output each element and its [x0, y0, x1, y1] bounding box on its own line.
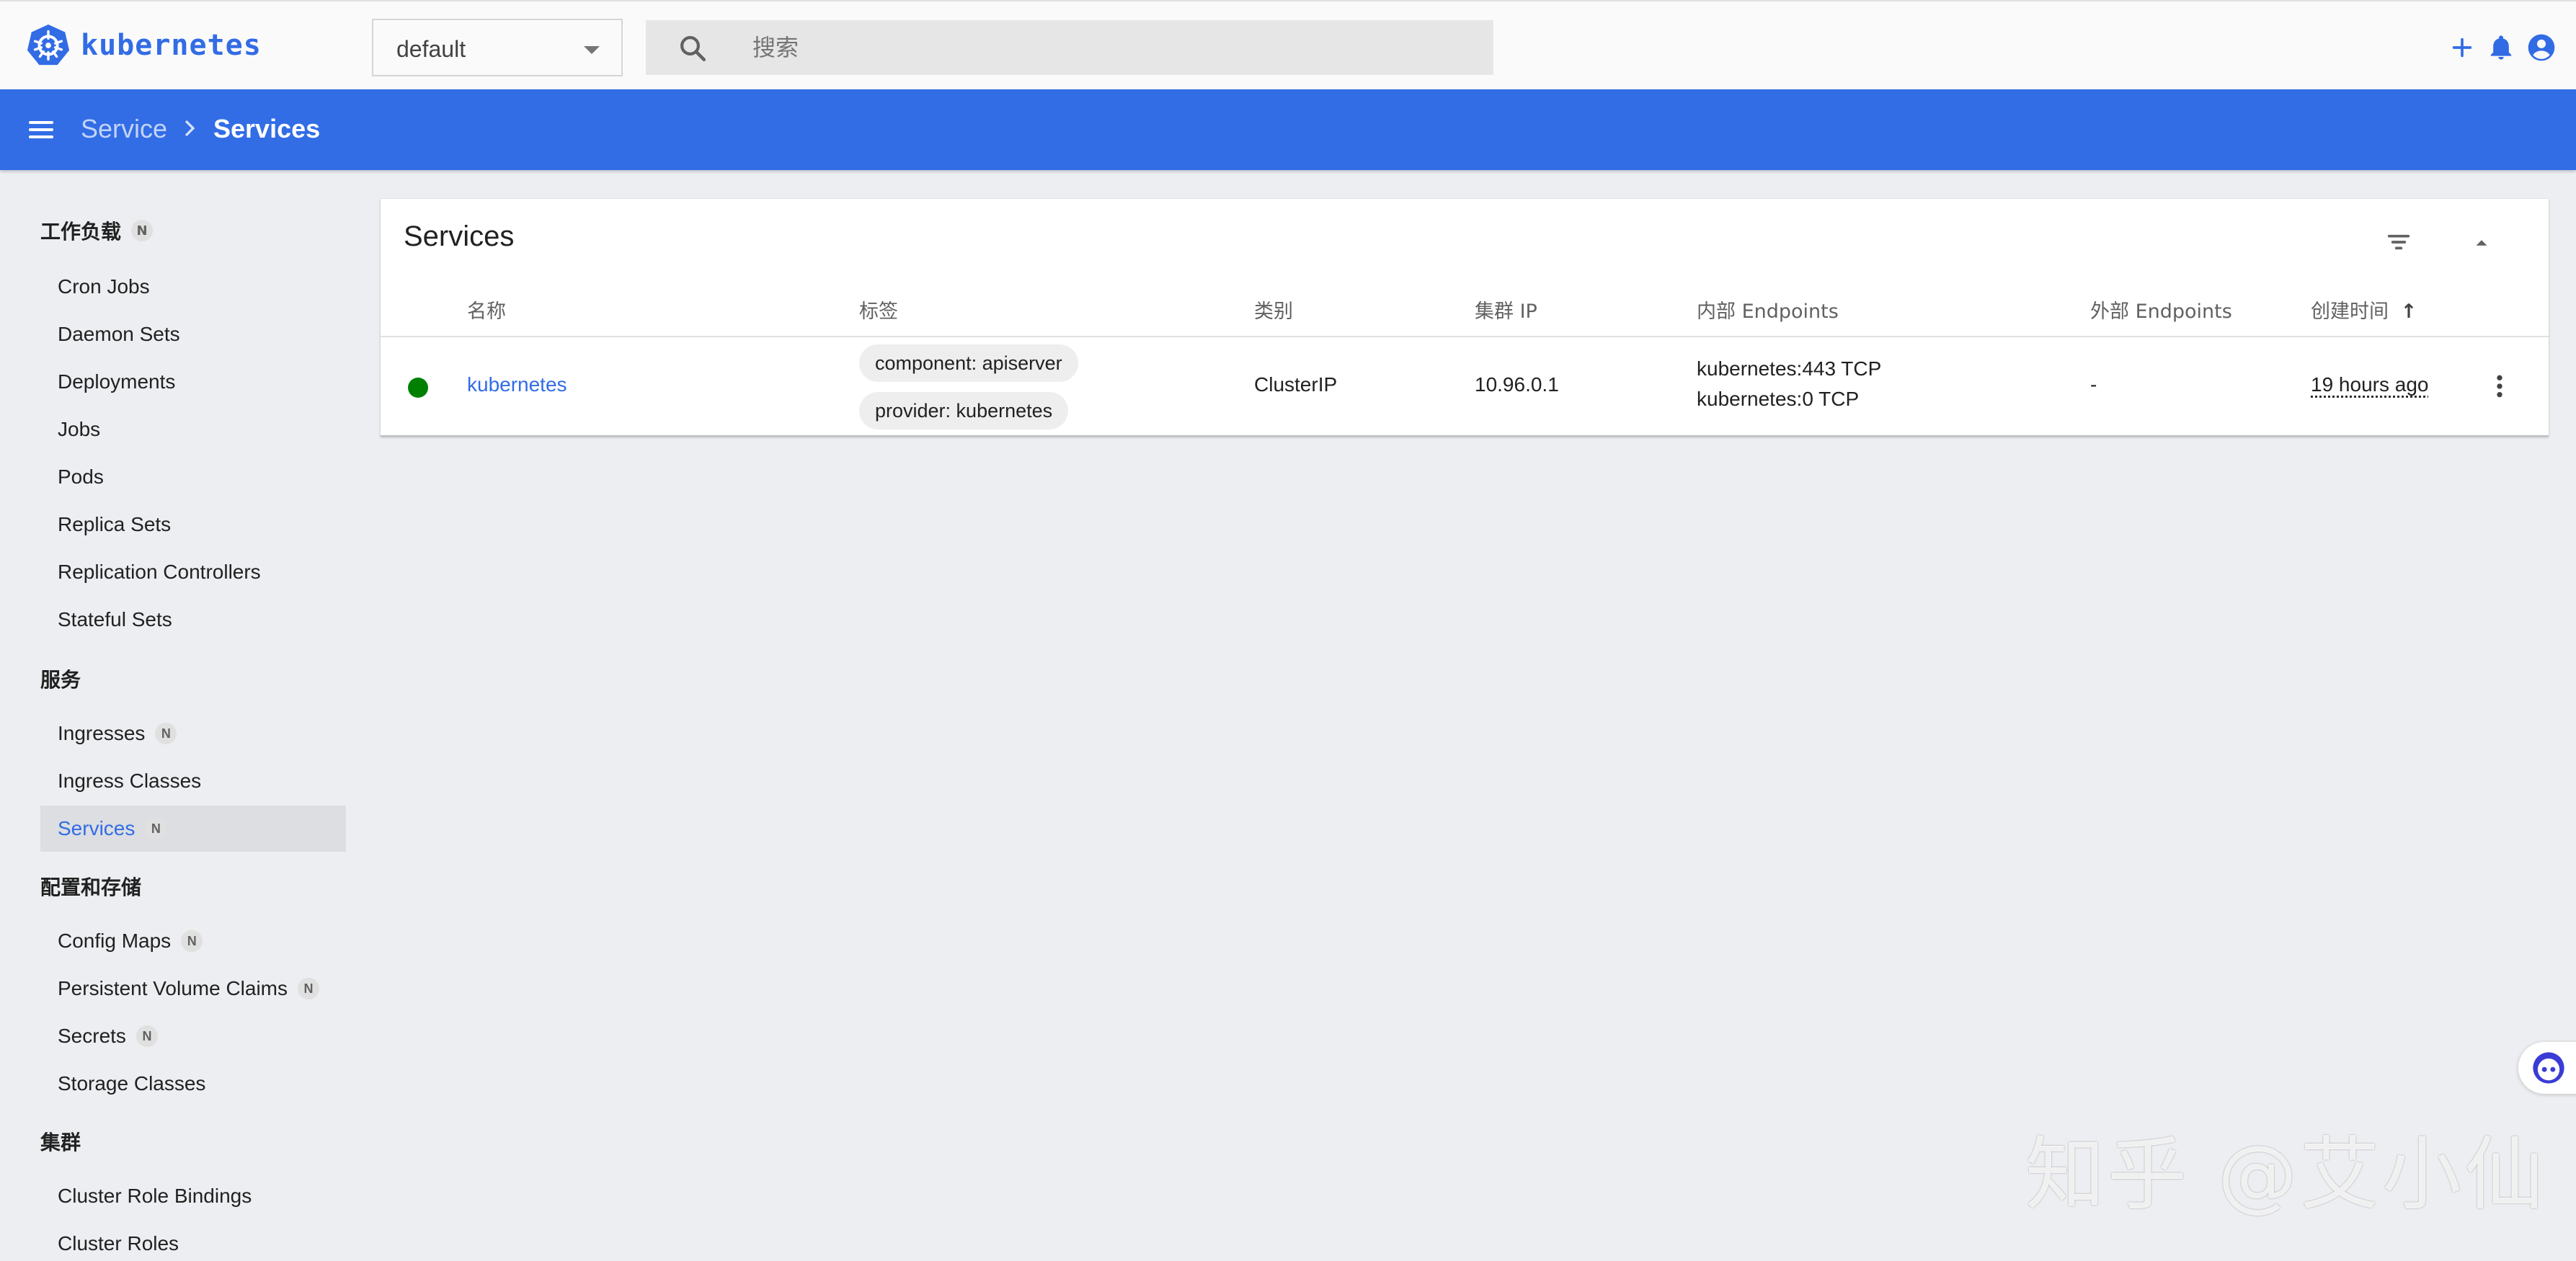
label-chip: provider: kubernetes: [859, 392, 1068, 429]
column-header-name[interactable]: 名称: [467, 295, 506, 324]
column-header-labels: 标签: [859, 295, 898, 324]
sidebar-item-secrets[interactable]: Secrets N: [40, 1013, 346, 1059]
sidebar-item-label: Secrets: [58, 1025, 126, 1048]
chevron-right-icon: [180, 114, 199, 149]
sidebar-item-replication-controllers[interactable]: Replication Controllers: [40, 549, 346, 595]
sidebar-item-cron-jobs[interactable]: Cron Jobs: [40, 264, 346, 310]
breadcrumb-bar: Service Services: [0, 89, 2576, 170]
sidebar-item-ingresses[interactable]: Ingresses N: [40, 710, 346, 757]
column-header-created-label: 创建时间: [2311, 300, 2389, 323]
namespaced-badge: N: [136, 1025, 158, 1047]
sidebar-item-label: Stateful Sets: [58, 608, 172, 631]
bell-icon: [2487, 33, 2515, 62]
sidebar-item-label: Replica Sets: [58, 513, 171, 536]
create-button[interactable]: [2445, 30, 2479, 65]
search-input[interactable]: [752, 32, 1459, 63]
search-bar[interactable]: [646, 20, 1493, 75]
sidebar-item-label: Ingresses: [58, 722, 145, 745]
menu-icon[interactable]: [26, 115, 56, 144]
column-header-cluster-ip: 集群 IP: [1475, 295, 1537, 324]
sidebar-item-jobs[interactable]: Jobs: [40, 406, 346, 453]
assistant-face-icon: [2530, 1049, 2567, 1087]
label-chip: component: apiserver: [859, 344, 1078, 382]
sidebar-item-label: Daemon Sets: [58, 323, 180, 346]
sidebar-item-deployments[interactable]: Deployments: [40, 359, 346, 405]
search-icon: [678, 33, 708, 63]
external-endpoints: -: [2090, 373, 2097, 396]
internal-endpoint: kubernetes:443 TCP: [1697, 357, 1881, 380]
sidebar-item-ingress-classes[interactable]: Ingress Classes: [40, 758, 346, 804]
service-name-link[interactable]: kubernetes: [467, 373, 567, 396]
section-title: 服务: [40, 664, 81, 693]
table-row: kubernetes component: apiserver provider…: [381, 337, 2549, 435]
sidebar-item-label: Services: [58, 817, 135, 840]
sidebar-item-cluster-role-bindings[interactable]: Cluster Role Bindings: [40, 1173, 346, 1219]
sidebar: 工作负载 N Cron Jobs Daemon Sets Deployments…: [0, 170, 363, 1261]
account-button[interactable]: [2524, 30, 2559, 65]
sidebar-item-label: Cluster Role Bindings: [58, 1185, 252, 1208]
breadcrumb-parent[interactable]: Service: [81, 114, 167, 144]
sidebar-item-daemon-sets[interactable]: Daemon Sets: [40, 311, 346, 357]
cluster-ip: 10.96.0.1: [1475, 373, 1559, 396]
top-bar: kubernetes default: [0, 0, 2576, 89]
sidebar-item-pods[interactable]: Pods: [40, 454, 346, 500]
card-title: Services: [404, 220, 514, 253]
sidebar-item-storage-classes[interactable]: Storage Classes: [40, 1061, 346, 1107]
chevron-down-icon: [584, 46, 600, 54]
namespace-value: default: [396, 36, 466, 63]
column-header-internal-endpoints: 内部 Endpoints: [1697, 295, 1839, 324]
sidebar-item-label: Replication Controllers: [58, 561, 261, 584]
namespaced-badge: N: [298, 978, 319, 999]
sidebar-item-label: Storage Classes: [58, 1072, 205, 1095]
column-header-external-endpoints: 外部 Endpoints: [2090, 295, 2232, 324]
section-title: 工作负载: [40, 216, 121, 245]
sidebar-item-label: Jobs: [58, 418, 100, 441]
section-title: 集群: [40, 1127, 81, 1156]
sidebar-section-config-storage[interactable]: 配置和存储: [40, 872, 141, 901]
status-running-icon: [408, 378, 428, 398]
sidebar-item-stateful-sets[interactable]: Stateful Sets: [40, 597, 346, 643]
plus-icon: [2450, 35, 2474, 60]
kubernetes-logo[interactable]: kubernetes: [26, 23, 262, 68]
sidebar-item-label: Cron Jobs: [58, 275, 150, 298]
namespaced-badge: N: [145, 818, 166, 839]
column-header-created[interactable]: 创建时间 ↑: [2311, 295, 2417, 324]
internal-endpoint: kubernetes:0 TCP: [1697, 388, 1859, 411]
filter-icon[interactable]: [2383, 228, 2415, 257]
sidebar-item-label: Deployments: [58, 370, 175, 393]
kubernetes-helm-icon: [26, 23, 71, 68]
caret-up-icon[interactable]: [2471, 232, 2492, 254]
sort-arrow-up-icon: ↑: [2401, 300, 2417, 323]
more-vert-icon[interactable]: [2485, 372, 2514, 401]
sidebar-item-persistent-volume-claims[interactable]: Persistent Volume Claims N: [40, 966, 346, 1012]
sidebar-item-cluster-roles[interactable]: Cluster Roles: [40, 1221, 346, 1261]
sidebar-item-label: Cluster Roles: [58, 1232, 179, 1255]
namespace-select[interactable]: default: [372, 19, 623, 76]
column-header-type: 类别: [1254, 295, 1293, 324]
sidebar-section-cluster[interactable]: 集群: [40, 1127, 81, 1156]
notifications-button[interactable]: [2484, 30, 2518, 65]
sidebar-item-services[interactable]: Services N: [40, 806, 346, 852]
sidebar-item-config-maps[interactable]: Config Maps N: [40, 918, 346, 964]
sidebar-item-replica-sets[interactable]: Replica Sets: [40, 502, 346, 548]
section-title: 配置和存储: [40, 872, 141, 901]
watermark: 知乎 @艾小仙: [2025, 1110, 2546, 1225]
sidebar-section-service[interactable]: 服务: [40, 664, 81, 693]
floating-assistant-button[interactable]: [2518, 1042, 2576, 1094]
service-type: ClusterIP: [1254, 373, 1337, 396]
services-card: Services 名称 标签 类别 集群 IP 内部 Endpoints 外部 …: [381, 199, 2549, 437]
sidebar-item-label: Config Maps: [58, 930, 171, 953]
created-time[interactable]: 19 hours ago: [2311, 373, 2428, 396]
namespaced-badge: N: [131, 220, 153, 241]
sidebar-section-workloads[interactable]: 工作负载 N: [40, 216, 153, 245]
account-circle-icon: [2526, 32, 2557, 63]
card-bottom-divider: [381, 435, 2549, 437]
app-name: kubernetes: [81, 29, 262, 62]
namespaced-badge: N: [181, 930, 203, 952]
namespaced-badge: N: [155, 723, 177, 744]
sidebar-item-label: Pods: [58, 465, 104, 489]
sidebar-item-label: Ingress Classes: [58, 770, 201, 793]
sidebar-item-label: Persistent Volume Claims: [58, 977, 288, 1000]
breadcrumb-current: Services: [213, 114, 320, 144]
